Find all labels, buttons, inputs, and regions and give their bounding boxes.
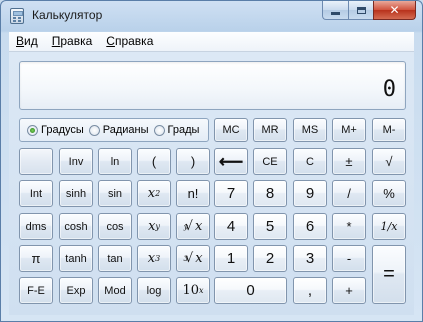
inv-button[interactable]: Inv xyxy=(59,148,93,175)
backspace-icon: ⟵ xyxy=(218,151,244,171)
window-controls: ✕ xyxy=(322,1,416,20)
equals-button[interactable]: = xyxy=(372,245,406,304)
sin-button[interactable]: sin xyxy=(98,180,132,207)
menu-view-accel: В xyxy=(16,34,25,48)
open-paren-button[interactable]: ( xyxy=(137,148,171,175)
power-button[interactable]: xy xyxy=(137,213,171,240)
result-display: 0 xyxy=(19,61,406,110)
minimize-icon xyxy=(331,11,340,15)
radio-degrees-dot xyxy=(27,124,38,136)
maximize-icon xyxy=(356,6,366,14)
memory-recall-button[interactable]: MR xyxy=(253,118,287,142)
radio-radians-dot xyxy=(88,124,100,136)
ten-power-base: 10 xyxy=(182,283,200,298)
digit-1-button[interactable]: 1 xyxy=(214,245,248,272)
close-icon: ✕ xyxy=(389,3,400,17)
memory-subtract-button[interactable]: M- xyxy=(372,118,406,142)
digit-9-button[interactable]: 9 xyxy=(293,180,327,207)
digit-2-button[interactable]: 2 xyxy=(253,245,287,272)
close-button[interactable]: ✕ xyxy=(373,1,416,20)
menu-edit[interactable]: Правка xyxy=(45,32,100,51)
ln-button[interactable]: ln xyxy=(98,148,132,175)
display-value: 0 xyxy=(382,77,396,102)
close-paren-button[interactable]: ) xyxy=(176,148,210,175)
radio-degrees-label: Градусы xyxy=(41,124,84,136)
radio-grads-dot xyxy=(153,124,165,136)
digit-3-button[interactable]: 3 xyxy=(293,245,327,272)
cosh-button[interactable]: cosh xyxy=(59,213,93,240)
memory-clear-button[interactable]: MC xyxy=(214,118,248,142)
factorial-button[interactable]: n! xyxy=(176,180,210,207)
clear-button[interactable]: C xyxy=(293,148,327,175)
memory-store-button[interactable]: MS xyxy=(293,118,327,142)
angle-unit-group: Градусы Радианы Грады xyxy=(19,118,209,142)
yroot-button[interactable]: y √ x xyxy=(176,213,210,240)
maximize-button[interactable] xyxy=(348,1,373,20)
digit-0-button[interactable]: 0 xyxy=(214,277,287,304)
radio-radians[interactable]: Радианы xyxy=(88,124,149,136)
title-bar[interactable]: Калькулятор ✕ xyxy=(1,1,422,31)
digit-5-button[interactable]: 5 xyxy=(253,213,287,240)
percent-button[interactable]: % xyxy=(372,180,406,207)
backspace-button[interactable]: ⟵ xyxy=(214,148,248,175)
sinh-button[interactable]: sinh xyxy=(59,180,93,207)
radio-grads-label: Грады xyxy=(167,124,200,136)
menu-view-rest: ид xyxy=(24,34,38,48)
yroot-sign: √ xyxy=(184,219,193,234)
fe-button[interactable]: F-E xyxy=(19,277,53,304)
subtract-button[interactable]: - xyxy=(332,245,366,272)
clear-entry-button[interactable]: CE xyxy=(253,148,287,175)
digit-7-button[interactable]: 7 xyxy=(214,180,248,207)
menu-help-rest: правка xyxy=(114,34,154,48)
menu-bar: Вид Правка Справка xyxy=(9,32,414,52)
exp-button[interactable]: Exp xyxy=(59,277,93,304)
radio-grads[interactable]: Грады xyxy=(153,124,200,136)
menu-edit-rest: равка xyxy=(60,34,93,48)
menu-help[interactable]: Справка xyxy=(99,32,160,51)
calculator-window: Калькулятор ✕ Вид Правка Справка 0 Граду… xyxy=(0,0,423,322)
menu-view[interactable]: Вид xyxy=(9,32,45,51)
negate-button[interactable]: ± xyxy=(332,148,366,175)
pi-button[interactable]: π xyxy=(19,245,53,272)
cube-root-button[interactable]: 3 √ x xyxy=(176,245,210,272)
mod-button[interactable]: Mod xyxy=(98,277,132,304)
digit-8-button[interactable]: 8 xyxy=(253,180,287,207)
int-button[interactable]: Int xyxy=(19,180,53,207)
ten-power-button[interactable]: 10 x xyxy=(176,277,210,304)
add-button[interactable]: + xyxy=(332,277,366,304)
dms-button[interactable]: dms xyxy=(19,213,53,240)
tanh-button[interactable]: tanh xyxy=(59,245,93,272)
digit-4-button[interactable]: 4 xyxy=(214,213,248,240)
window-title: Калькулятор xyxy=(32,8,103,22)
cube-base: x xyxy=(147,251,156,266)
divide-button[interactable]: / xyxy=(332,180,366,207)
multiply-button[interactable]: * xyxy=(332,213,366,240)
blank-button[interactable] xyxy=(19,148,53,175)
log-button[interactable]: log xyxy=(137,277,171,304)
square-button[interactable]: x2 xyxy=(137,180,171,207)
sqrt-button[interactable]: √ xyxy=(372,148,406,175)
radio-radians-label: Радианы xyxy=(102,124,149,136)
digit-6-button[interactable]: 6 xyxy=(293,213,327,240)
cube-root-sign: √ xyxy=(184,251,194,266)
calculator-icon xyxy=(10,8,24,24)
cos-button[interactable]: cos xyxy=(98,213,132,240)
cube-button[interactable]: x3 xyxy=(137,245,171,272)
radio-degrees[interactable]: Градусы xyxy=(27,124,84,136)
cube-root-x: x xyxy=(195,251,203,266)
yroot-x: x xyxy=(194,219,203,234)
decimal-button[interactable]: , xyxy=(293,277,327,304)
tan-button[interactable]: tan xyxy=(98,245,132,272)
reciprocal-button[interactable]: 1/x xyxy=(372,213,406,240)
memory-add-button[interactable]: M+ xyxy=(332,118,366,142)
menu-help-accel: С xyxy=(106,34,115,48)
minimize-button[interactable] xyxy=(322,1,348,20)
